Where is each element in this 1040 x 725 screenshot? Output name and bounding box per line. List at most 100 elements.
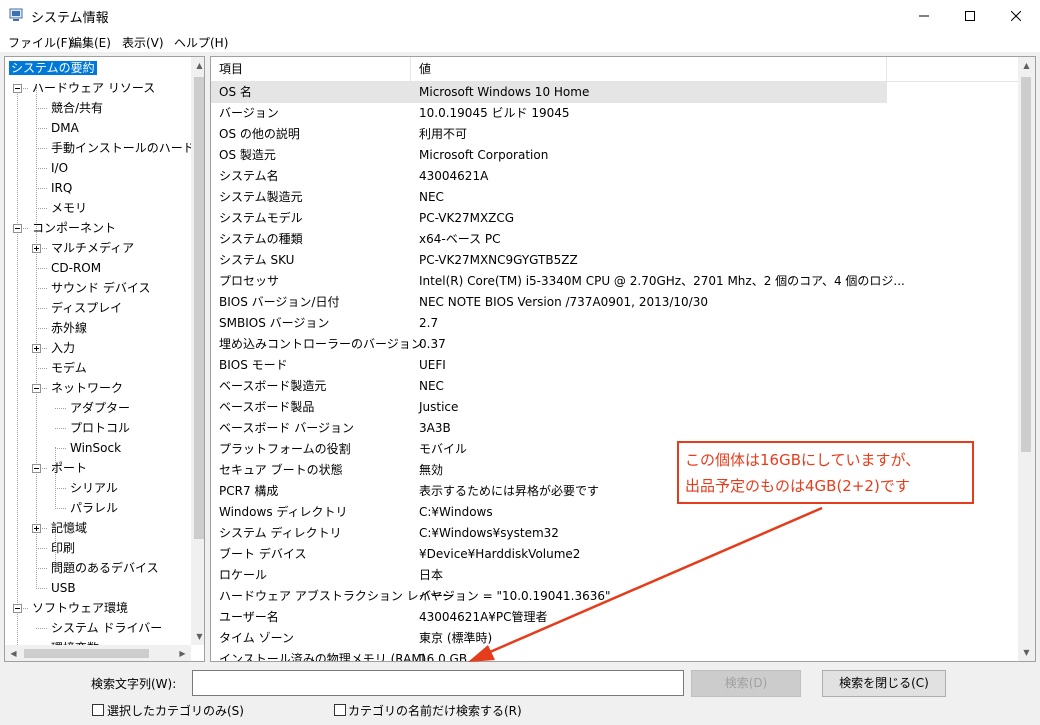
table-row[interactable]: バージョン 10.0.19045 ビルド 19045 <box>211 103 887 124</box>
tree-item[interactable]: WinSock <box>68 438 123 458</box>
table-row[interactable]: ベースボード製造元 NEC <box>211 376 887 397</box>
table-row[interactable]: OS の他の説明 利用不可 <box>211 124 887 145</box>
table-row[interactable]: OS 名 Microsoft Windows 10 Home <box>211 82 887 103</box>
table-row[interactable]: ユーザー名 43004621A¥PC管理者 <box>211 607 887 628</box>
details-list[interactable]: 項目 値 OS 名 Microsoft Windows 10 Home バージョン 1… <box>210 56 1036 662</box>
selected-category-checkbox[interactable] <box>92 704 104 716</box>
maximize-icon <box>965 10 975 21</box>
table-row[interactable]: ベースボード バージョン 3A3B <box>211 418 887 439</box>
category-tree[interactable]: システムの要約ハードウェア リソース競合/共有 DMA 手動インストールのハードウェ… <box>4 56 205 662</box>
scroll-left-icon[interactable]: ◀ <box>5 645 22 661</box>
row-item-name: ベースボード バージョン <box>219 421 354 435</box>
column-header-value[interactable]: 値 <box>411 57 887 81</box>
tree-item[interactable]: モデム <box>49 358 89 378</box>
tree-item[interactable]: I/O <box>49 158 70 178</box>
scroll-down-icon[interactable]: ▼ <box>191 628 204 645</box>
table-row[interactable]: インストール済みの物理メモリ (RAM) 16.0 GB <box>211 649 887 661</box>
table-row[interactable]: ハードウェア アブストラクション レイヤー バージョン = "10.0.19041… <box>211 586 887 607</box>
tree-item[interactable]: ポート <box>49 458 89 478</box>
table-row[interactable]: システム製造元 NEC <box>211 187 887 208</box>
category-names-checkbox[interactable] <box>334 704 346 716</box>
list-scroll-down-icon[interactable]: ▼ <box>1018 644 1035 661</box>
tree-scroll-thumb[interactable] <box>194 77 204 539</box>
tree-item[interactable]: サウンド デバイス <box>49 278 152 298</box>
menu-view[interactable]: 表示(V) <box>122 34 164 51</box>
table-row[interactable]: 埋め込みコントローラーのバージョン 0.37 <box>211 334 887 355</box>
table-row[interactable]: OS 製造元 Microsoft Corporation <box>211 145 887 166</box>
tree-horizontal-scrollbar[interactable]: ◀ ▶ <box>5 645 191 661</box>
tree-item[interactable]: パラレル <box>68 498 120 518</box>
minimize-button[interactable] <box>901 0 947 31</box>
close-search-button[interactable]: 検索を閉じる(C) <box>822 670 946 697</box>
tree-item[interactable]: 環境変数 <box>49 638 101 645</box>
row-item-value: Justice <box>419 400 459 414</box>
table-row[interactable]: システムの種類 x64-ベース PC <box>211 229 887 250</box>
table-row[interactable]: ブート デバイス ¥Device¥HarddiskVolume2 <box>211 544 887 565</box>
table-row[interactable]: Windows ディレクトリ C:¥Windows <box>211 502 887 523</box>
tree-vertical-scrollbar[interactable]: ▲ ▼ <box>191 57 204 645</box>
maximize-button[interactable] <box>947 0 993 31</box>
table-row[interactable]: SMBIOS バージョン 2.7 <box>211 313 887 334</box>
scroll-up-icon[interactable]: ▲ <box>191 57 204 74</box>
search-button[interactable]: 検索(D) <box>691 670 801 697</box>
table-row[interactable]: ベースボード製品 Justice <box>211 397 887 418</box>
tree-item[interactable]: 手動インストールのハードウェ <box>49 138 191 158</box>
tree-item[interactable]: USB <box>49 578 78 598</box>
tree-connector <box>36 548 47 549</box>
tree-item[interactable]: マルチメディア <box>49 238 136 258</box>
column-header-item[interactable]: 項目 <box>211 57 411 81</box>
table-row[interactable]: BIOS モード UEFI <box>211 355 887 376</box>
list-vertical-scrollbar[interactable]: ▲ ▼ <box>1018 57 1035 661</box>
tree-item[interactable]: アダプター <box>68 398 132 418</box>
tree-item[interactable]: コンポーネント <box>30 218 118 238</box>
tree-item[interactable]: メモリ <box>49 198 89 218</box>
tree-item-label: CD-ROM <box>51 261 102 275</box>
menu-help[interactable]: ヘルプ(H) <box>174 34 228 51</box>
table-row[interactable]: プロセッサ Intel(R) Core(TM) i5-3340M CPU @ 2.… <box>211 271 905 292</box>
minimize-icon <box>919 15 929 16</box>
collapse-minus-icon[interactable] <box>32 464 41 473</box>
tree-item[interactable]: ディスプレイ <box>49 298 124 318</box>
table-row[interactable]: ロケール 日本 <box>211 565 887 586</box>
tree-item[interactable]: シリアル <box>68 478 120 498</box>
menu-edit[interactable]: 編集(E) <box>70 34 111 51</box>
menu-file[interactable]: ファイル(F) <box>8 34 72 51</box>
tree-guide-line <box>36 247 37 587</box>
expand-plus-icon[interactable] <box>32 344 41 353</box>
tree-item[interactable]: IRQ <box>49 178 74 198</box>
tree-item-label: シリアル <box>70 481 118 495</box>
collapse-minus-icon[interactable] <box>13 84 22 93</box>
scroll-right-icon[interactable]: ▶ <box>174 645 191 661</box>
table-row[interactable]: システムモデル PC-VK27MXZCG <box>211 208 887 229</box>
list-scroll-up-icon[interactable]: ▲ <box>1018 57 1035 74</box>
tree-item[interactable]: 問題のあるデバイス <box>49 558 161 578</box>
table-row[interactable]: システム ディレクトリ C:¥Windows¥system32 <box>211 523 887 544</box>
collapse-minus-icon[interactable] <box>13 224 22 233</box>
tree-item[interactable]: DMA <box>49 118 81 138</box>
tree-item[interactable]: ソフトウェア環境 <box>30 598 130 618</box>
expand-plus-icon[interactable] <box>32 524 41 533</box>
tree-item[interactable]: システム ドライバー <box>49 618 164 638</box>
collapse-minus-icon[interactable] <box>32 384 41 393</box>
expand-plus-icon[interactable] <box>32 244 41 253</box>
search-input[interactable] <box>192 670 684 696</box>
close-button[interactable] <box>993 0 1039 31</box>
tree-item[interactable]: プロトコル <box>68 418 132 438</box>
tree-item[interactable]: CD-ROM <box>49 258 103 278</box>
tree-item[interactable]: 記憶域 <box>49 518 89 538</box>
tree-item[interactable]: ハードウェア リソース <box>30 78 157 98</box>
table-row[interactable]: BIOS バージョン/日付 NEC NOTE BIOS Version /737A… <box>211 292 887 313</box>
tree-hscroll-thumb[interactable] <box>24 649 149 658</box>
tree-item[interactable]: ネットワーク <box>49 378 125 398</box>
collapse-minus-icon[interactable] <box>13 604 22 613</box>
tree-item[interactable]: 赤外線 <box>49 318 89 338</box>
tree-item-label: 記憶域 <box>51 521 88 535</box>
table-row[interactable]: システム名 43004621A <box>211 166 887 187</box>
tree-item[interactable]: 競合/共有 <box>49 98 105 118</box>
tree-item[interactable]: システムの要約 <box>8 58 98 78</box>
tree-item[interactable]: 印刷 <box>49 538 77 558</box>
tree-item[interactable]: 入力 <box>49 338 77 358</box>
table-row[interactable]: タイム ゾーン 東京 (標準時) <box>211 628 887 649</box>
list-scroll-thumb[interactable] <box>1021 77 1031 452</box>
table-row[interactable]: システム SKU PC-VK27MXNC9GYGTB5ZZ <box>211 250 887 271</box>
